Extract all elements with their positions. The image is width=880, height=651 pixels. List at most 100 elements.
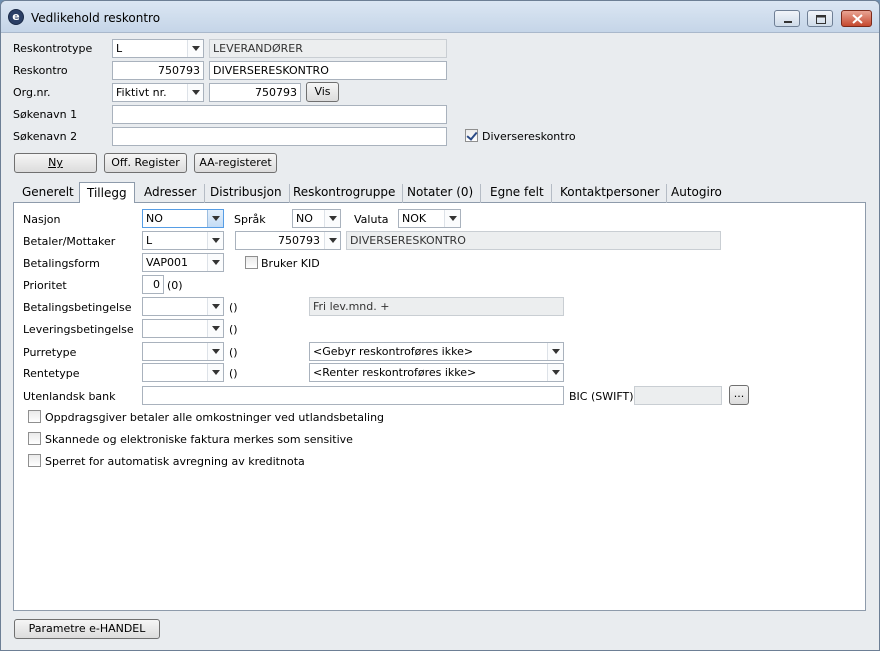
sokenavn1-input[interactable]	[112, 105, 447, 124]
chevron-down-icon	[207, 320, 223, 337]
bruker-kid-checkbox[interactable]	[245, 256, 258, 269]
valuta-value: NOK	[402, 212, 427, 225]
leveringsbetingelse-label: Leveringsbetingelse	[23, 323, 134, 336]
nasjon-label: Nasjon	[23, 213, 61, 226]
betaler-label: Betaler/Mottaker	[23, 235, 116, 248]
betalingsbetingelse-extra: ()	[229, 301, 238, 314]
bic-label: BIC (SWIFT)	[569, 390, 634, 403]
chevron-down-icon	[207, 232, 223, 249]
purretype-select[interactable]	[142, 342, 224, 361]
sperret-checkbox[interactable]	[28, 454, 41, 467]
utenlandsk-bank-label: Utenlandsk bank	[23, 390, 116, 403]
minimize-icon	[784, 21, 792, 23]
off-register-button[interactable]: Off. Register	[104, 153, 187, 173]
skannede-label: Skannede og elektroniske faktura merkes …	[45, 433, 353, 446]
betaler-name: DIVERSERESKONTRO	[346, 231, 721, 250]
sokenavn1-label: Søkenavn 1	[13, 108, 78, 121]
bic-browse-button[interactable]: ...	[729, 385, 749, 405]
sperret-label: Sperret for automatisk avregning av kred…	[45, 455, 305, 468]
oppdragsgiver-label: Oppdragsgiver betaler alle omkostninger …	[45, 411, 385, 424]
chevron-down-icon	[324, 210, 340, 227]
sokenavn2-label: Søkenavn 2	[13, 130, 78, 143]
maximize-button[interactable]	[807, 10, 833, 27]
orgnr-input[interactable]: 750793	[209, 83, 301, 102]
betaler-type-value: L	[146, 234, 153, 247]
reskontrotype-select[interactable]: L	[112, 39, 204, 58]
purretype-desc-select[interactable]: <Gebyr reskontroføres ikke>	[309, 342, 564, 361]
parametre-ehandel-button[interactable]: Parametre e-HANDEL	[14, 619, 160, 639]
tab-generelt[interactable]: Generelt	[15, 184, 82, 203]
sprak-select[interactable]: NO	[292, 209, 341, 228]
tab-kontaktpersoner[interactable]: Kontaktpersoner	[553, 184, 668, 203]
nasjon-value: NO	[146, 212, 163, 225]
betalingsbetingelse-desc: Fri lev.mnd. +	[309, 297, 564, 316]
chevron-down-icon	[207, 298, 223, 315]
reskontrotype-name: LEVERANDØRER	[209, 39, 447, 58]
minimize-button[interactable]	[774, 10, 800, 27]
rentetype-desc: <Renter reskontroføres ikke>	[313, 366, 477, 379]
purretype-desc: <Gebyr reskontroføres ikke>	[313, 345, 474, 358]
betaler-type-select[interactable]: L	[142, 231, 224, 250]
chevron-down-icon	[547, 343, 563, 360]
tillegg-panel: Nasjon NO Språk NO Valuta NOK Betaler/Mo…	[13, 203, 866, 611]
tab-reskontrogruppe[interactable]: Reskontrogruppe	[286, 184, 404, 203]
chevron-down-icon	[547, 364, 563, 381]
prioritet-label: Prioritet	[23, 279, 67, 292]
diversereskontro-checkbox[interactable]	[465, 129, 478, 142]
reskontro-label: Reskontro	[13, 64, 68, 77]
chevron-down-icon	[187, 40, 203, 57]
chevron-down-icon	[207, 210, 223, 227]
chevron-down-icon	[187, 84, 203, 101]
oppdragsgiver-checkbox[interactable]	[28, 410, 41, 423]
utenlandsk-bank-input[interactable]	[142, 386, 564, 405]
e-logo-icon: e	[8, 9, 24, 25]
orgnr-label: Org.nr.	[13, 86, 51, 99]
chevron-down-icon	[207, 254, 223, 271]
purretype-label: Purretype	[23, 346, 77, 359]
bruker-kid-label: Bruker KID	[261, 257, 320, 270]
reskontro-window: e Vedlikehold reskontro Reskontrotype L …	[0, 0, 880, 651]
betalingsform-value: VAP001	[146, 256, 188, 269]
chevron-down-icon	[324, 232, 340, 249]
leveringsbetingelse-select[interactable]	[142, 319, 224, 338]
window-title: Vedlikehold reskontro	[31, 11, 161, 25]
prioritet-extra: (0)	[167, 279, 183, 292]
reskontro-number-input[interactable]: 750793	[112, 61, 204, 80]
diversereskontro-label: Diversereskontro	[482, 130, 576, 143]
prioritet-input[interactable]: 0	[142, 275, 164, 294]
rentetype-select[interactable]	[142, 363, 224, 382]
close-button[interactable]	[841, 10, 872, 27]
nasjon-select[interactable]: NO	[142, 209, 224, 228]
vis-button[interactable]: Vis	[306, 82, 339, 102]
rentetype-desc-select[interactable]: <Renter reskontroføres ikke>	[309, 363, 564, 382]
chevron-down-icon	[207, 364, 223, 381]
reskontrotype-label: Reskontrotype	[13, 42, 93, 55]
tab-autogiro[interactable]: Autogiro	[664, 184, 729, 203]
betalingsform-label: Betalingsform	[23, 257, 100, 270]
tab-distribusjon[interactable]: Distribusjon	[203, 184, 290, 203]
tab-tillegg[interactable]: Tillegg	[79, 182, 135, 204]
betalingsbetingelse-label: Betalingsbetingelse	[23, 301, 132, 314]
ny-button[interactable]: Ny	[14, 153, 97, 173]
orgnr-type-select[interactable]: Fiktivt nr.	[112, 83, 204, 102]
betalingsbetingelse-select[interactable]	[142, 297, 224, 316]
sokenavn2-input[interactable]	[112, 127, 447, 146]
rentetype-extra: ()	[229, 367, 238, 380]
betalingsform-select[interactable]: VAP001	[142, 253, 224, 272]
tab-egne-felt[interactable]: Egne felt	[483, 184, 552, 203]
orgnr-type-value: Fiktivt nr.	[116, 86, 167, 99]
close-icon	[852, 14, 863, 24]
maximize-icon	[816, 15, 826, 24]
bic-input[interactable]	[634, 386, 722, 405]
valuta-select[interactable]: NOK	[398, 209, 461, 228]
betaler-number-select[interactable]: 750793	[235, 231, 341, 250]
valuta-label: Valuta	[354, 213, 389, 226]
tab-adresser[interactable]: Adresser	[137, 184, 205, 203]
sprak-value: NO	[296, 212, 313, 225]
tab-notater[interactable]: Notater (0)	[400, 184, 482, 203]
ny-button-label: Ny	[48, 156, 63, 169]
skannede-checkbox[interactable]	[28, 432, 41, 445]
chevron-down-icon	[207, 343, 223, 360]
reskontro-name-input[interactable]: DIVERSERESKONTRO	[209, 61, 447, 80]
aa-register-button[interactable]: AA-registeret	[194, 153, 277, 173]
